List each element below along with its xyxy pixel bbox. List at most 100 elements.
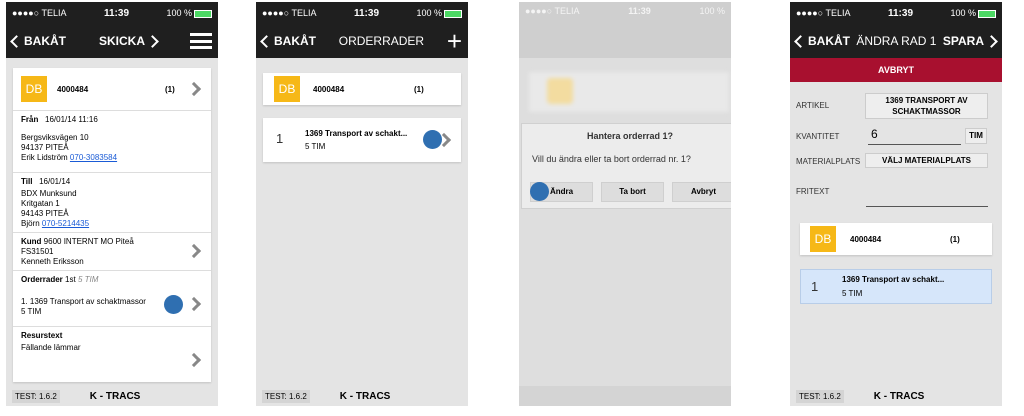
db-badge: DB [274,76,300,102]
delete-button[interactable]: Ta bort [601,182,664,202]
db-badge: DB [810,226,836,252]
carrier: ●●●●○ TELIA [525,6,580,16]
orderrows-unit: 5 TIM [77,275,99,284]
orderrow-selected[interactable]: 1 1369 Transport av schakt... 5 TIM [800,269,992,304]
carrier: ●●●●○ TELIA [262,8,317,18]
nav-bar: BAKÅT ORDERRADER + [256,24,468,58]
battery-icon [978,9,996,18]
freetext-input[interactable] [866,192,988,207]
row-number: 1 [276,131,284,146]
status-bar: ●●●●○ TELIA 11:39 100 % [6,2,218,24]
touch-indicator [164,295,183,314]
send-button[interactable]: SKICKA [99,34,159,48]
screen-edit-row: ●●●●○ TELIA 11:39 100 % BAKÅT ÄNDRA RAD … [790,2,1002,406]
back-button[interactable]: BAKÅT [794,34,850,48]
customer-value: 9600 INTERNT MO Piteå [43,237,134,246]
order-count: (1) [414,84,424,94]
article-label: ARTIKEL [796,101,830,110]
blurred-footer [519,386,731,406]
blurred-db-badge [547,78,573,104]
battery-indicator: 100 % [416,8,462,18]
cancel-banner[interactable]: AVBRYT [790,58,1002,82]
status-bar: ●●●●○ TELIA 11:39 100 % [256,2,468,24]
row-title: 1369 Transport av schakt... [842,275,945,284]
action-dialog: Hantera orderrad 1? Vill du ändra eller … [521,123,731,209]
blurred-header [529,72,729,112]
chevron-right-icon [186,352,202,368]
row-title: 1369 Transport av schakt... [305,129,408,138]
dialog-title: Hantera orderrad 1? [586,131,674,141]
battery-indicator: 100 % [166,8,212,18]
footer: TEST: 1.6.2 K - TRACS [256,386,468,406]
screen-order-detail: ●●●●○ TELIA 11:39 100 % BAKÅT SKICKA DB … [6,2,218,406]
to-date: 16/01/14 [39,177,71,186]
carrier: ●●●●○ TELIA [12,8,67,18]
resource-section[interactable]: Resurstext Fällande lämmar [13,326,211,382]
from-address: Bergsviksvägen 10 [21,133,89,142]
nav-bar: BAKÅT SKICKA [6,24,218,58]
to-city: 94143 PITEÅ [21,209,69,218]
clock: 11:39 [628,6,651,16]
order-header: DB 4000484 (1) [800,223,992,255]
brand-label: K - TRACS [873,390,925,402]
unit-badge: TIM [965,128,987,144]
back-button[interactable]: BAKÅT [260,34,316,48]
quantity-label: KVANTITET [796,132,840,141]
order-number: 4000484 [313,84,345,94]
order-header: DB 4000484 (1) [263,73,461,105]
customer-contact: Kenneth Eriksson [21,257,84,266]
battery-icon [444,9,462,18]
material-label: MATERIALPLATS [796,157,861,166]
clock: 11:39 [887,7,914,19]
orderrows-section[interactable]: Orderrader 1st 5 TIM 1. 1369 Transport a… [13,270,211,326]
order-number: 4000484 [57,84,89,94]
chevron-right-icon [146,34,159,48]
version-badge: TEST: 1.6.2 [796,389,844,403]
from-contact: Erik Lidström [21,153,68,162]
plus-icon[interactable]: + [447,28,462,54]
quantity-input[interactable]: 6 [868,127,961,145]
menu-icon[interactable] [189,33,212,49]
version-badge: TEST: 1.6.2 [12,389,60,403]
save-button[interactable]: SPARA [943,34,998,48]
chevron-right-icon [985,34,998,48]
to-section: Till 16/01/14 BDX Munksund Kritgatan 1 9… [13,172,211,232]
clock: 11:39 [353,7,380,19]
order-card: DB 4000484 (1) Från 16/01/14 11:16 Bergs… [13,68,211,382]
chevron-left-icon [260,34,273,48]
brand-label: K - TRACS [339,390,391,402]
article-field[interactable]: 1369 TRANSPORT AV SCHAKTMASSOR [865,93,988,119]
orderrows-label: Orderrader [21,275,63,284]
cancel-button[interactable]: Avbryt [672,182,731,202]
page-title: ORDERRADER [338,34,425,48]
chevron-right-icon [186,81,202,97]
version-badge: TEST: 1.6.2 [262,389,310,403]
order-header[interactable]: DB 4000484 (1) [13,68,211,110]
clock: 11:39 [103,7,130,19]
chevron-left-icon [794,34,807,48]
resource-value: Fällande lämmar [21,343,81,352]
order-number: 4000484 [850,234,882,244]
row-number: 1 [811,279,819,294]
from-label: Från [21,115,39,124]
row-qty: 5 TIM [305,142,326,151]
brand-label: K - TRACS [89,390,141,402]
battery-indicator: 100 % [950,8,996,18]
orderrow-item[interactable]: 1 1369 Transport av schakt... 5 TIM [263,118,461,162]
carrier: ●●●●○ TELIA [796,8,851,18]
battery-indicator: 100 % [699,6,725,16]
back-button[interactable]: BAKÅT [10,34,66,48]
from-city: 94137 PITEÅ [21,143,69,152]
blurred-status-bar: ●●●●○ TELIA 11:39 100 % [519,2,731,58]
customer-section[interactable]: Kund 9600 INTERNT MO Piteå FS31501 Kenne… [13,232,211,270]
footer: TEST: 1.6.2 K - TRACS [790,386,1002,406]
from-section: Från 16/01/14 11:16 Bergsviksvägen 10 94… [13,110,211,172]
order-count: (1) [165,84,175,94]
order-count: (1) [950,234,960,244]
resource-label: Resurstext [21,331,63,340]
to-phone-link[interactable]: 070-5214435 [42,219,89,228]
customer-label: Kund [21,237,42,246]
footer: TEST: 1.6.2 K - TRACS [6,386,218,406]
choose-material-button[interactable]: VÄLJ MATERIALPLATS [865,153,988,168]
from-phone-link[interactable]: 070-3083584 [70,153,117,162]
